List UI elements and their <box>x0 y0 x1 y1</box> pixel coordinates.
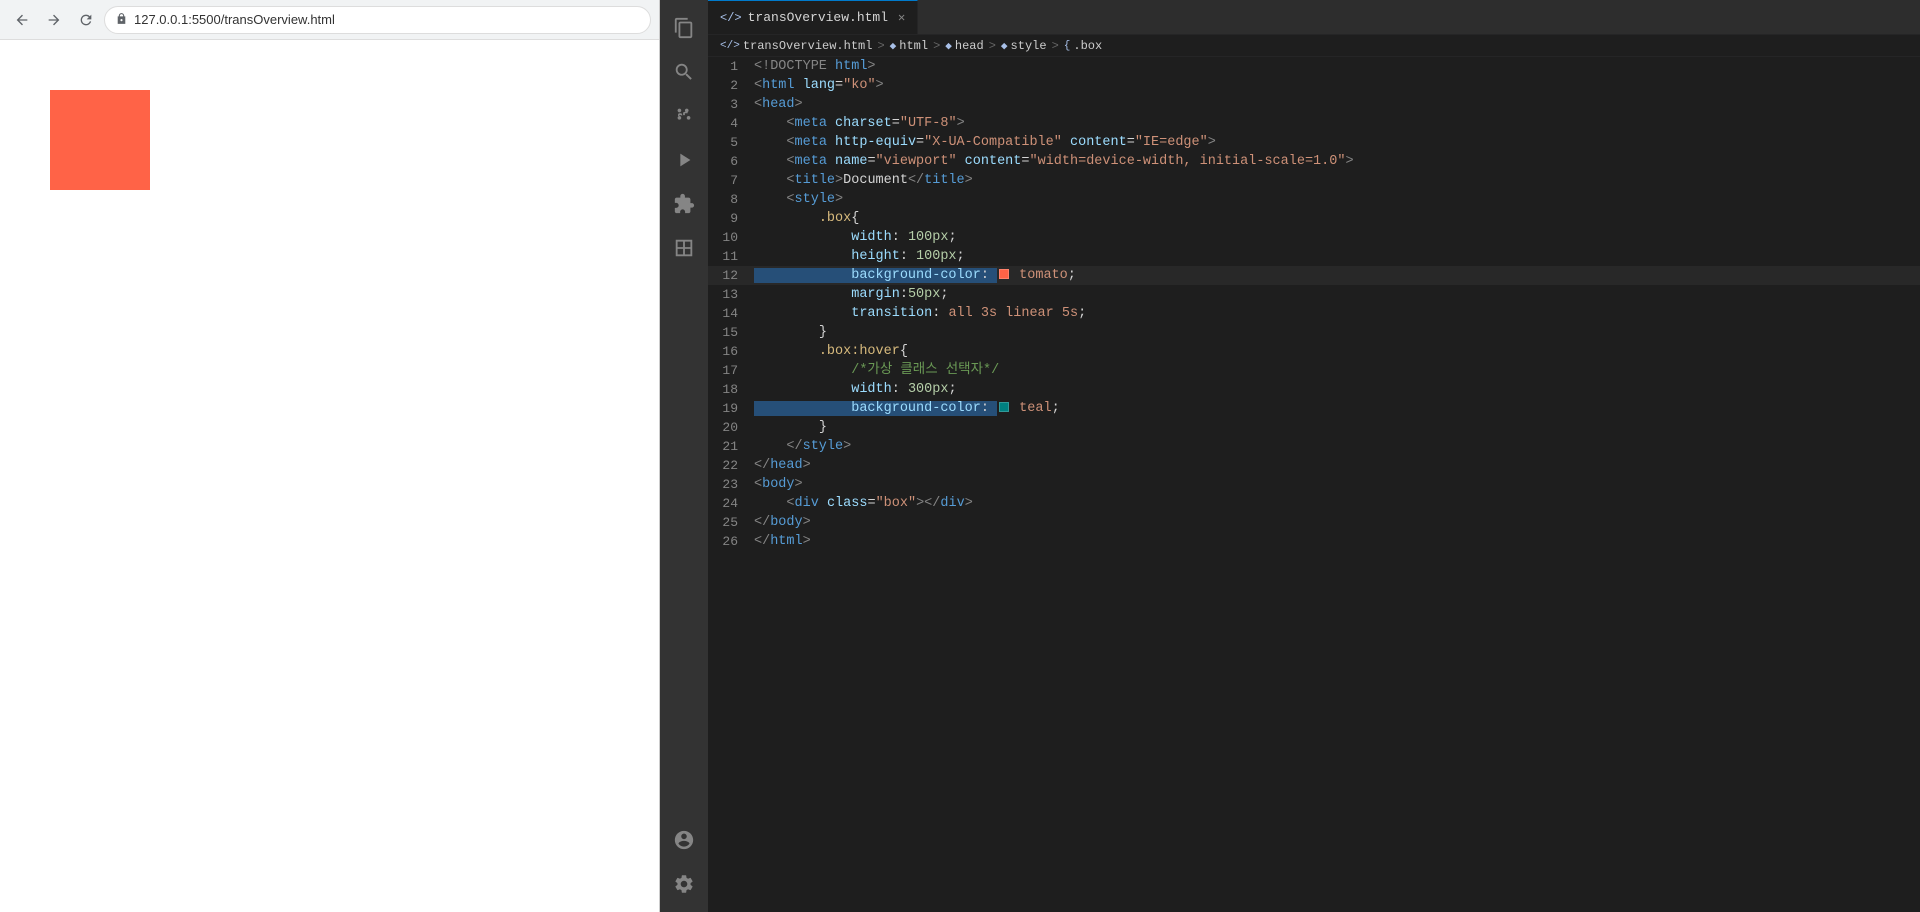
tab-label: transOverview.html <box>748 10 888 25</box>
style-icon: ◆ <box>1001 39 1008 53</box>
activity-bar <box>660 0 708 912</box>
reload-button[interactable] <box>72 6 100 34</box>
editor-area: </> transOverview.html ✕ </> transOvervi… <box>708 0 1920 912</box>
code-editor[interactable]: 1 <!DOCTYPE html> 2 <html lang="ko"> 3 <… <box>708 57 1920 912</box>
editor-tab[interactable]: </> transOverview.html ✕ <box>708 0 918 34</box>
box-icon: { <box>1064 40 1071 52</box>
preview-box <box>50 90 150 190</box>
code-line-5: 5 <meta http-equiv="X-UA-Compatible" con… <box>708 133 1920 152</box>
code-line-10: 10 width: 100px; <box>708 228 1920 247</box>
tab-close-button[interactable]: ✕ <box>898 10 905 25</box>
extensions-icon[interactable] <box>664 184 704 224</box>
code-line-2: 2 <html lang="ko"> <box>708 76 1920 95</box>
breadcrumb-sep-3: > <box>989 39 996 53</box>
settings-icon[interactable] <box>664 864 704 904</box>
url-text: 127.0.0.1:5500/transOverview.html <box>134 12 335 27</box>
code-line-4: 4 <meta charset="UTF-8"> <box>708 114 1920 133</box>
code-line-23: 23 <body> <box>708 475 1920 494</box>
copy-icon[interactable] <box>664 8 704 48</box>
code-line-19: 19 background-color: teal; <box>708 399 1920 418</box>
code-line-1: 1 <!DOCTYPE html> <box>708 57 1920 76</box>
code-line-18: 18 width: 300px; <box>708 380 1920 399</box>
account-icon[interactable] <box>664 820 704 860</box>
code-line-16: 16 .box:hover{ <box>708 342 1920 361</box>
address-bar[interactable]: 127.0.0.1:5500/transOverview.html <box>104 6 651 34</box>
code-line-24: 24 <div class="box"></div> <box>708 494 1920 513</box>
browser-panel: 127.0.0.1:5500/transOverview.html <box>0 0 660 912</box>
file-icon: </> <box>720 40 740 52</box>
html-icon: ◆ <box>890 39 897 53</box>
code-line-21: 21 </style> <box>708 437 1920 456</box>
vscode-panel: </> transOverview.html ✕ </> transOvervi… <box>660 0 1920 912</box>
color-swatch-teal <box>999 402 1009 412</box>
code-line-8: 8 <style> <box>708 190 1920 209</box>
back-button[interactable] <box>8 6 36 34</box>
run-debug-icon[interactable] <box>664 140 704 180</box>
code-line-13: 13 margin:50px; <box>708 285 1920 304</box>
tab-bar: </> transOverview.html ✕ <box>708 0 1920 35</box>
breadcrumb-box[interactable]: { .box <box>1064 39 1102 53</box>
forward-button[interactable] <box>40 6 68 34</box>
code-line-12: 12 background-color: tomato; <box>708 266 1920 285</box>
code-line-6: 6 <meta name="viewport" content="width=d… <box>708 152 1920 171</box>
browser-toolbar: 127.0.0.1:5500/transOverview.html <box>0 0 659 40</box>
layout-icon[interactable] <box>664 228 704 268</box>
browser-content <box>0 40 659 912</box>
breadcrumb: </> transOverview.html > ◆ html > ◆ head… <box>708 35 1920 57</box>
search-icon[interactable] <box>664 52 704 92</box>
code-line-22: 22 </head> <box>708 456 1920 475</box>
breadcrumb-sep-2: > <box>933 39 940 53</box>
breadcrumb-html[interactable]: ◆ html <box>890 39 928 53</box>
breadcrumb-sep-4: > <box>1052 39 1059 53</box>
breadcrumb-sep-1: > <box>877 39 884 53</box>
tab-file-icon: </> <box>720 11 742 25</box>
head-icon: ◆ <box>945 39 952 53</box>
breadcrumb-head[interactable]: ◆ head <box>945 39 983 53</box>
breadcrumb-file[interactable]: </> transOverview.html <box>720 39 872 53</box>
code-line-7: 7 <title>Document</title> <box>708 171 1920 190</box>
source-control-icon[interactable] <box>664 96 704 136</box>
code-line-26: 26 </html> <box>708 532 1920 551</box>
code-line-17: 17 /*가상 클래스 선택자*/ <box>708 361 1920 380</box>
color-swatch-tomato <box>999 269 1009 279</box>
code-line-14: 14 transition: all 3s linear 5s; <box>708 304 1920 323</box>
code-line-3: 3 <head> <box>708 95 1920 114</box>
code-line-9: 9 .box{ <box>708 209 1920 228</box>
breadcrumb-style[interactable]: ◆ style <box>1001 39 1047 53</box>
code-line-11: 11 height: 100px; <box>708 247 1920 266</box>
code-line-15: 15 } <box>708 323 1920 342</box>
lock-icon <box>115 12 128 28</box>
code-line-25: 25 </body> <box>708 513 1920 532</box>
code-line-20: 20 } <box>708 418 1920 437</box>
